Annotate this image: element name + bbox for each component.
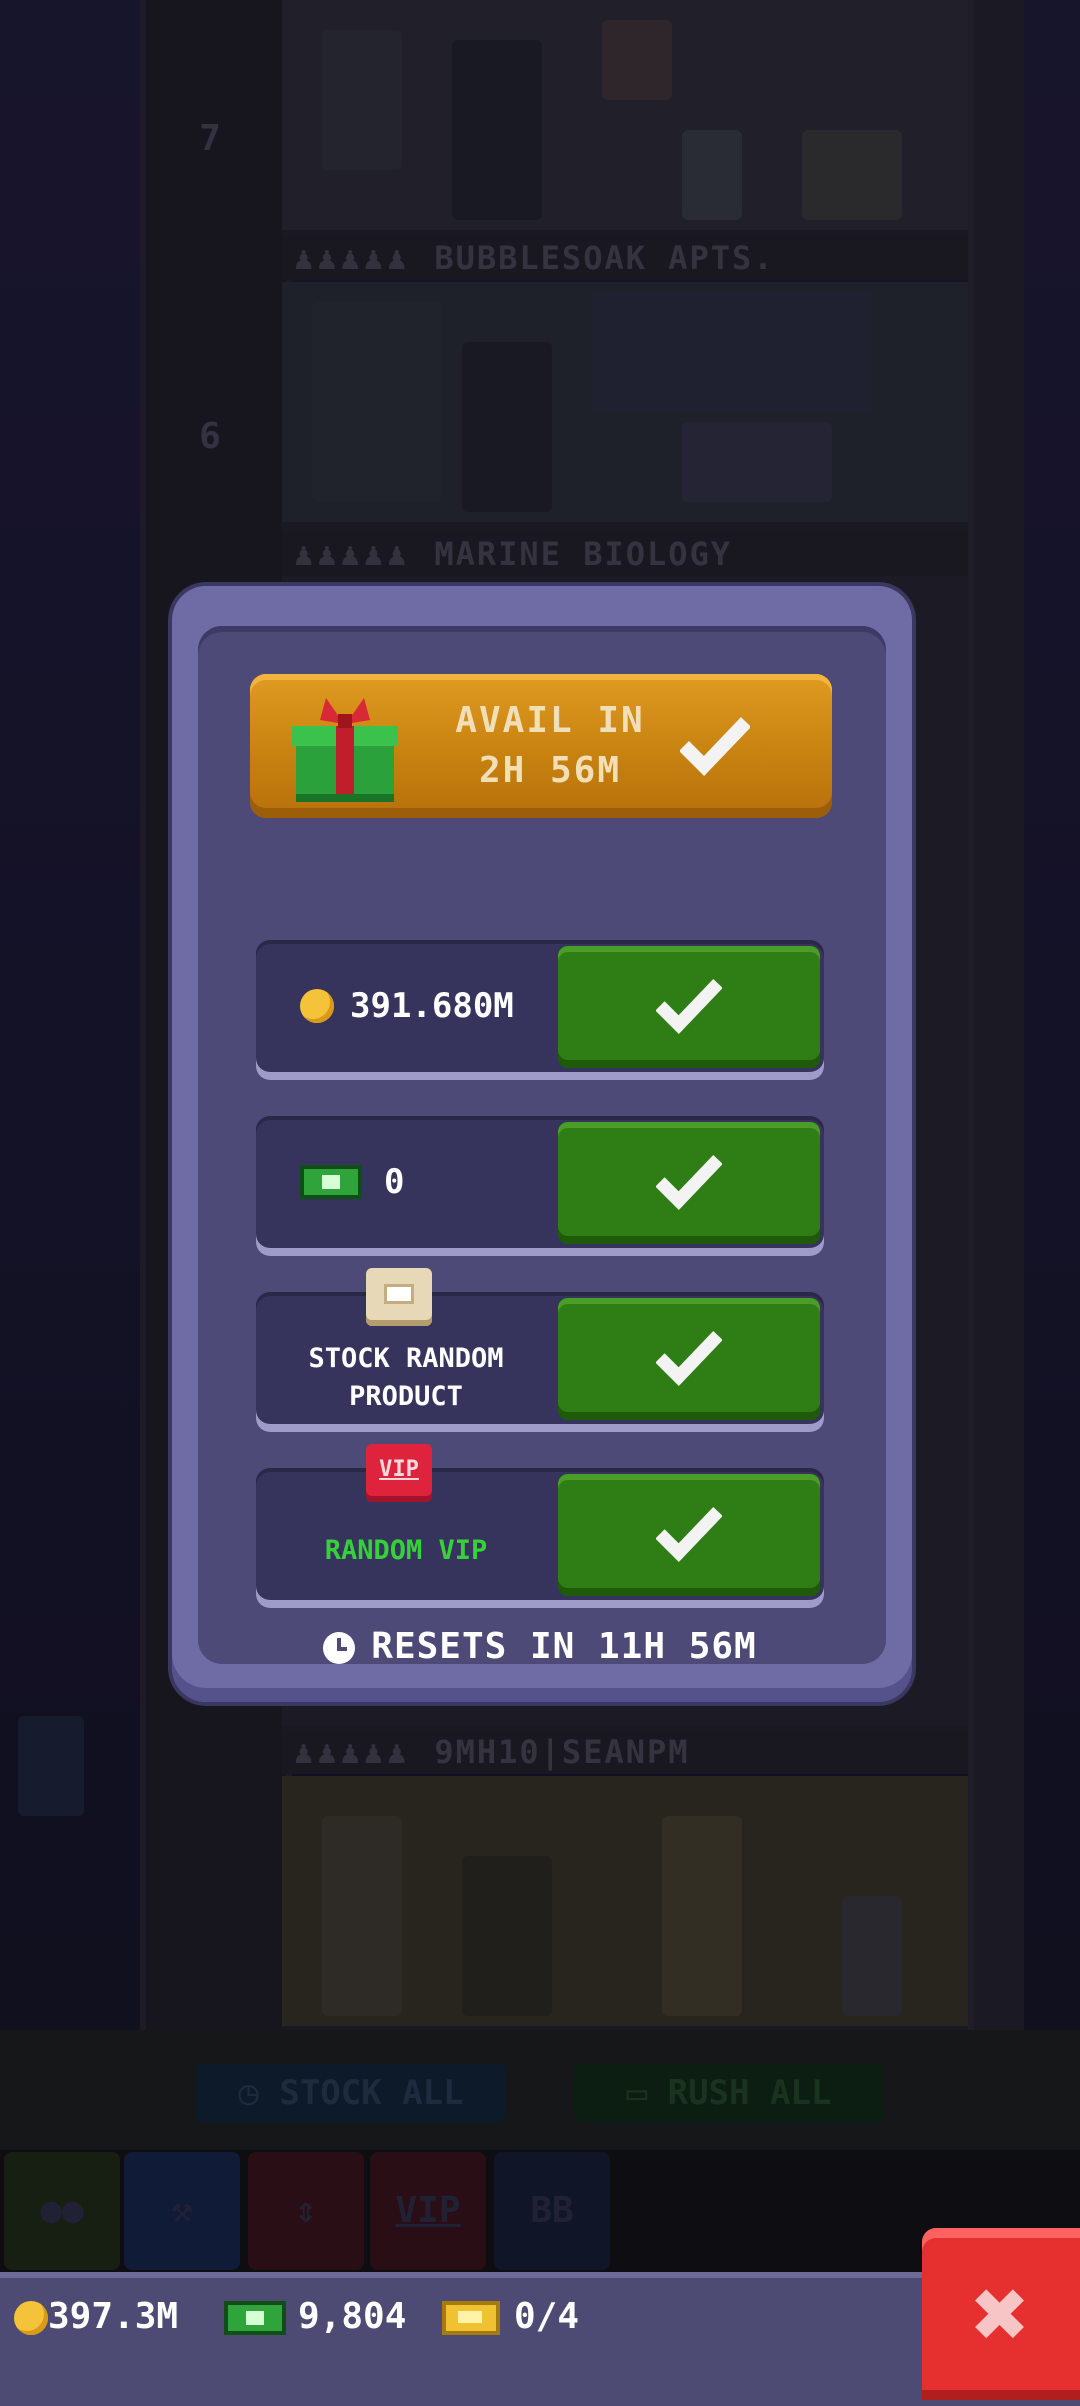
bux-icon (300, 1165, 362, 1199)
gift-icon (292, 698, 398, 802)
bux-reward-row: 0 (256, 1116, 824, 1256)
vip-icon: VIP (366, 1444, 432, 1502)
check-icon (656, 1330, 722, 1386)
coin-icon (300, 989, 334, 1023)
close-icon: ✖ (972, 2258, 1030, 2370)
box-icon (366, 1268, 432, 1326)
gift-timer-text: AVAIL IN 2H 56M (455, 700, 645, 791)
check-icon (656, 1154, 722, 1210)
claim-coins-button[interactable] (558, 946, 820, 1068)
coins-reward-value: 391.680M (350, 986, 514, 1026)
vip-reward-row: VIP RANDOM VIP (256, 1444, 824, 1608)
coin-balance: 397.3M (14, 2292, 178, 2342)
claim-vip-button[interactable] (558, 1474, 820, 1596)
bux-balance: 9,804 (224, 2292, 406, 2342)
check-icon (680, 717, 750, 776)
reset-timer: RESETS IN 11H 56M (256, 1626, 824, 1667)
daily-rewards-dialog: AVAIL IN 2H 56M 391.680M 0 STOCK RANDOM … (172, 586, 912, 1702)
check-icon (656, 1506, 722, 1562)
vip-reward-label: RANDOM VIP (324, 1535, 488, 1566)
stock-reward-row: STOCK RANDOM PRODUCT (256, 1268, 824, 1432)
close-button[interactable]: ✖ (922, 2228, 1080, 2400)
clock-icon (323, 1632, 356, 1664)
stock-reward-label: STOCK RANDOM PRODUCT (308, 1343, 504, 1412)
dialog-panel: AVAIL IN 2H 56M 391.680M 0 STOCK RANDOM … (198, 626, 886, 1667)
gift-reward-button[interactable]: AVAIL IN 2H 56M (250, 674, 832, 818)
ticket-icon (442, 2301, 500, 2335)
claim-stock-button[interactable] (558, 1298, 820, 1420)
claim-bux-button[interactable] (558, 1122, 820, 1244)
check-icon (656, 978, 722, 1034)
coins-reward-row: 391.680M (256, 940, 824, 1080)
bux-reward-value: 0 (384, 1162, 405, 1202)
vip-ticket-count: 0/4 (442, 2292, 579, 2342)
bux-icon (224, 2301, 286, 2335)
coin-icon (14, 2301, 48, 2335)
